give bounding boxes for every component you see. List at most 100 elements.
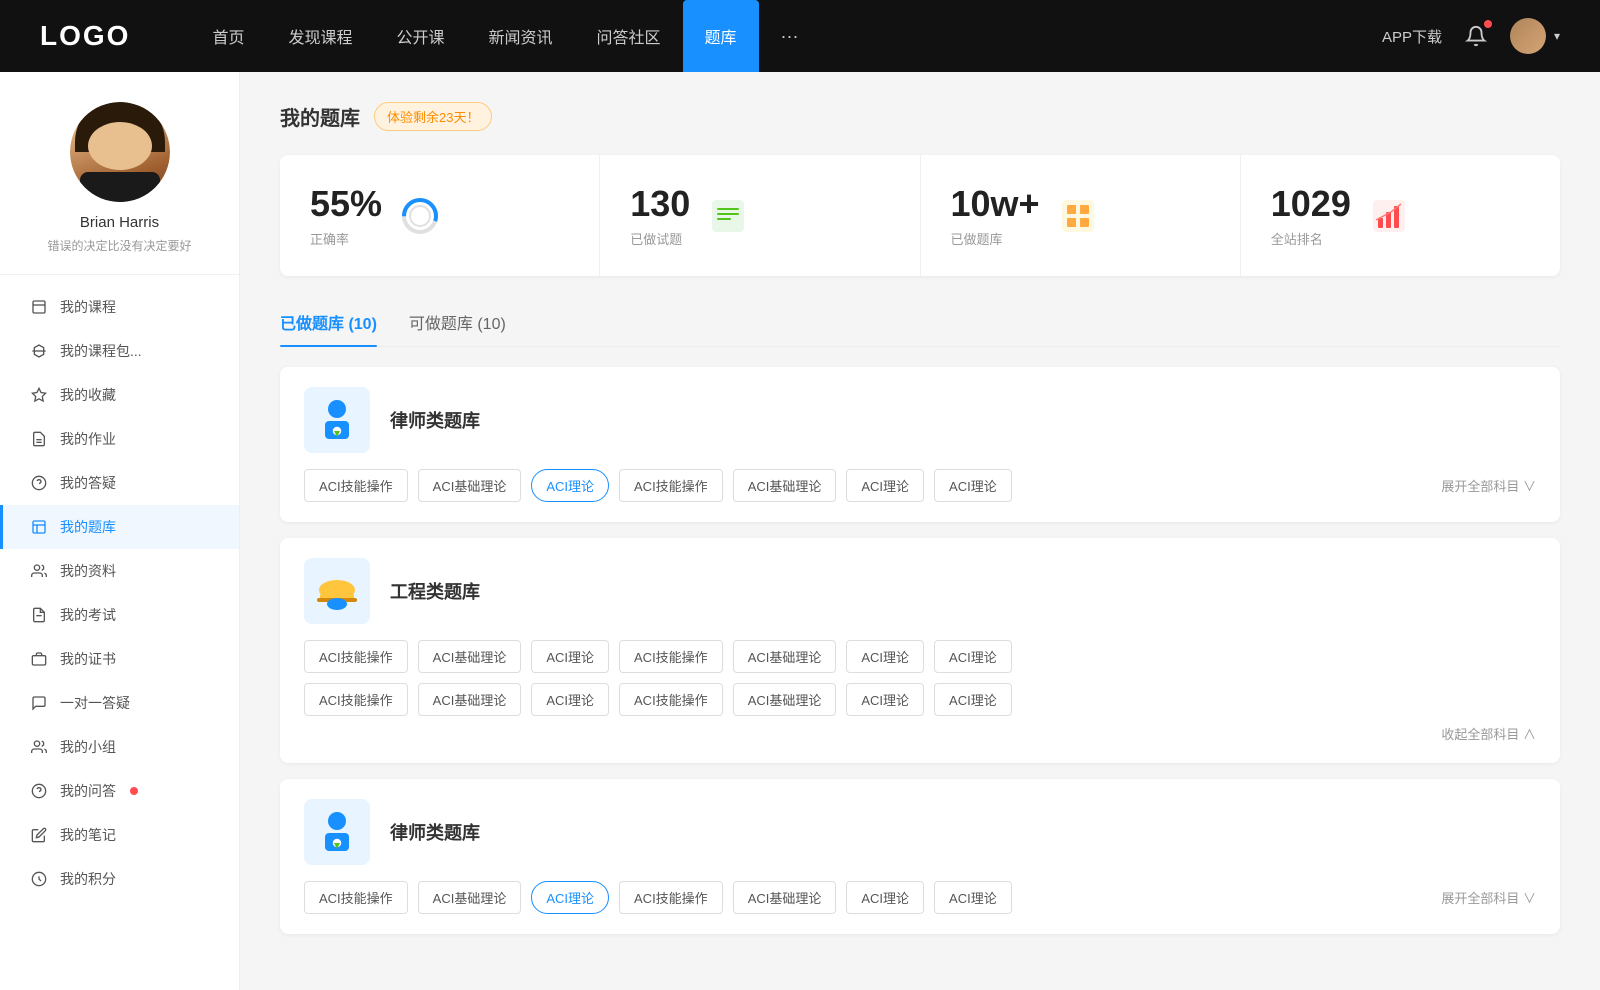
tag-2-1[interactable]: ACI基础理论 (418, 881, 522, 914)
page-title: 我的题库 (280, 102, 360, 131)
tag-1-3[interactable]: ACI技能操作 (619, 640, 723, 673)
expand-link-1[interactable]: 展开全部科目 ∨ (1441, 476, 1536, 495)
nav-home[interactable]: 首页 (190, 0, 266, 72)
bar-chart-stat-icon (1367, 194, 1411, 238)
bank-title-3: 律师类题库 (390, 819, 480, 845)
tag-1-s5[interactable]: ACI理论 (846, 683, 924, 716)
bank-tags-2-row2: ACI技能操作 ACI基础理论 ACI理论 ACI技能操作 ACI基础理论 AC… (304, 683, 1536, 716)
tabs: 已做题库 (10) 可做题库 (10) (280, 300, 1560, 347)
tag-0-5[interactable]: ACI理论 (846, 469, 924, 502)
header-right: APP下载 ▾ (1382, 18, 1560, 54)
sidebar-item-qa[interactable]: 我的答疑 (0, 461, 239, 505)
app-download-button[interactable]: APP下载 (1382, 26, 1442, 47)
tag-2-5[interactable]: ACI理论 (846, 881, 924, 914)
tag-2-4[interactable]: ACI基础理论 (733, 881, 837, 914)
exam-icon (30, 606, 48, 624)
stat-accuracy-value: 55% (310, 183, 382, 225)
tag-0-0[interactable]: ACI技能操作 (304, 469, 408, 502)
sidebar-label-homework: 我的作业 (60, 429, 116, 449)
sidebar-item-material[interactable]: 我的资料 (0, 549, 239, 593)
bank-card-engineer: 工程类题库 ACI技能操作 ACI基础理论 ACI理论 ACI技能操作 ACI基… (280, 538, 1560, 763)
bank-title-2: 工程类题库 (390, 578, 480, 604)
tag-0-3[interactable]: ACI技能操作 (619, 469, 723, 502)
sidebar-item-my-qa[interactable]: 我的问答 (0, 769, 239, 813)
tag-0-4[interactable]: ACI基础理论 (733, 469, 837, 502)
sidebar-item-favorites[interactable]: 我的收藏 (0, 373, 239, 417)
pie-chart-icon (398, 194, 442, 238)
sidebar-item-group[interactable]: 我的小组 (0, 725, 239, 769)
sidebar-item-points[interactable]: 我的积分 (0, 857, 239, 901)
nav-more[interactable]: ··· (759, 26, 821, 47)
tag-2-0[interactable]: ACI技能操作 (304, 881, 408, 914)
stat-rank-value: 1029 (1271, 183, 1351, 225)
tag-1-5[interactable]: ACI理论 (846, 640, 924, 673)
grid-stat-icon (1056, 194, 1100, 238)
profile-avatar (70, 102, 170, 202)
tag-1-s0[interactable]: ACI技能操作 (304, 683, 408, 716)
bank-tags-row-1: ACI技能操作 ACI基础理论 ACI理论 ACI技能操作 ACI基础理论 AC… (304, 469, 1536, 502)
stat-accuracy-label: 正确率 (310, 229, 382, 248)
nav-question-bank[interactable]: 题库 (683, 0, 759, 72)
sidebar-label-my-qa: 我的问答 (60, 781, 116, 801)
tag-0-1[interactable]: ACI基础理论 (418, 469, 522, 502)
sidebar-label-points: 我的积分 (60, 869, 116, 889)
tab-done[interactable]: 已做题库 (10) (280, 300, 377, 346)
bank-card-lawyer-2: 律师类题库 ACI技能操作 ACI基础理论 ACI理论 ACI技能操作 ACI基… (280, 779, 1560, 934)
notification-bell[interactable] (1462, 22, 1490, 50)
stat-done-questions-value: 130 (630, 183, 690, 225)
sidebar-label-notes: 我的笔记 (60, 825, 116, 845)
sidebar-item-certificate[interactable]: 我的证书 (0, 637, 239, 681)
sidebar-item-one-on-one[interactable]: 一对一答疑 (0, 681, 239, 725)
homework-icon (30, 430, 48, 448)
stat-done-banks-label: 已做题库 (951, 229, 1040, 248)
tag-2-3[interactable]: ACI技能操作 (619, 881, 723, 914)
tag-1-s1[interactable]: ACI基础理论 (418, 683, 522, 716)
sidebar-item-homework[interactable]: 我的作业 (0, 417, 239, 461)
tag-1-s3[interactable]: ACI技能操作 (619, 683, 723, 716)
tag-2-6[interactable]: ACI理论 (934, 881, 1012, 914)
tag-0-6[interactable]: ACI理论 (934, 469, 1012, 502)
sidebar-item-package[interactable]: 我的课程包... (0, 329, 239, 373)
sidebar-label-favorites: 我的收藏 (60, 385, 116, 405)
points-icon (30, 870, 48, 888)
sidebar-menu: 我的课程 我的课程包... 我的收藏 我的作业 (0, 285, 239, 901)
nav-discover[interactable]: 发现课程 (266, 0, 374, 72)
stat-accuracy: 55% 正确率 (280, 155, 600, 276)
stat-done-questions-label: 已做试题 (630, 229, 690, 248)
lawyer-bank-icon-2 (304, 799, 370, 865)
collapse-link[interactable]: 收起全部科目 ∧ (304, 724, 1536, 743)
tag-1-6[interactable]: ACI理论 (934, 640, 1012, 673)
sidebar-label-certificate: 我的证书 (60, 649, 116, 669)
sidebar-item-course[interactable]: 我的课程 (0, 285, 239, 329)
tag-1-s6[interactable]: ACI理论 (934, 683, 1012, 716)
expand-link-3[interactable]: 展开全部科目 ∨ (1441, 888, 1536, 907)
note-icon (30, 826, 48, 844)
material-icon (30, 562, 48, 580)
main-content: 我的题库 体验剩余23天！ 55% 正确率 (240, 72, 1600, 990)
tag-1-0[interactable]: ACI技能操作 (304, 640, 408, 673)
tag-1-s4[interactable]: ACI基础理论 (733, 683, 837, 716)
sidebar-label-qa: 我的答疑 (60, 473, 116, 493)
tag-0-2[interactable]: ACI理论 (531, 469, 609, 502)
nav-open-course[interactable]: 公开课 (374, 0, 466, 72)
nav-news[interactable]: 新闻资讯 (467, 0, 575, 72)
tag-1-1[interactable]: ACI基础理论 (418, 640, 522, 673)
tag-1-4[interactable]: ACI基础理论 (733, 640, 837, 673)
tag-1-2[interactable]: ACI理论 (531, 640, 609, 673)
user-avatar-wrap[interactable]: ▾ (1510, 18, 1560, 54)
tab-available[interactable]: 可做题库 (10) (409, 300, 506, 346)
tag-2-2[interactable]: ACI理论 (531, 881, 609, 914)
sidebar-item-exam[interactable]: 我的考试 (0, 593, 239, 637)
sidebar-item-notes[interactable]: 我的笔记 (0, 813, 239, 857)
sidebar-item-bank[interactable]: 我的题库 (0, 505, 239, 549)
sidebar-label-bank: 我的题库 (60, 517, 116, 537)
nav-qa[interactable]: 问答社区 (575, 0, 683, 72)
stat-rank: 1029 全站排名 (1241, 155, 1560, 276)
bank-card-header-2: 工程类题库 (304, 558, 1536, 624)
stat-rank-label: 全站排名 (1271, 229, 1351, 248)
header: LOGO 首页 发现课程 公开课 新闻资讯 问答社区 题库 ··· APP下载 … (0, 0, 1600, 72)
page-layout: Brian Harris 错误的决定比没有决定要好 我的课程 我的课程包... (0, 0, 1600, 990)
tag-1-s2[interactable]: ACI理论 (531, 683, 609, 716)
page-header: 我的题库 体验剩余23天！ (280, 102, 1560, 131)
trial-badge: 体验剩余23天！ (374, 102, 492, 131)
